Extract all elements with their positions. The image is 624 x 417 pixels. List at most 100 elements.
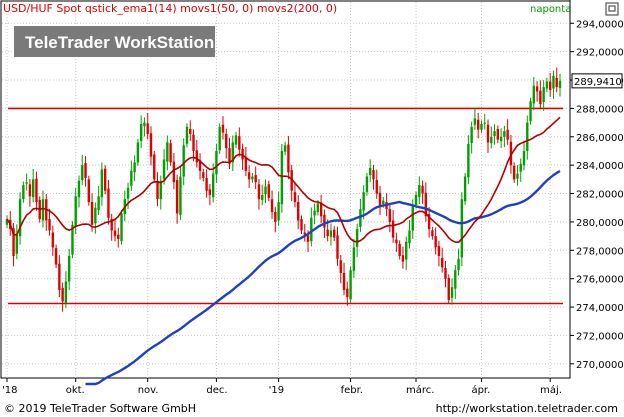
candle-body xyxy=(506,129,509,140)
candle-body xyxy=(267,184,270,198)
candle-body xyxy=(202,172,205,178)
candle-body xyxy=(84,163,87,178)
candle-body xyxy=(473,118,477,125)
candle-body xyxy=(365,176,369,193)
candle-body xyxy=(74,196,77,227)
candle-body xyxy=(418,185,421,198)
candle-body xyxy=(77,180,81,198)
candle-body xyxy=(414,194,418,205)
candle-body xyxy=(182,145,185,177)
candle-body xyxy=(441,258,444,268)
candle-body xyxy=(431,230,434,237)
candle-body xyxy=(421,185,424,194)
candle-body xyxy=(156,180,159,200)
candle-body xyxy=(149,133,153,157)
candle-body xyxy=(490,136,493,144)
candle-body xyxy=(555,77,558,88)
candle-body xyxy=(493,131,496,137)
x-tick-label: nov. xyxy=(138,385,159,396)
candle-body xyxy=(306,235,310,242)
candle-body xyxy=(22,185,25,200)
candle-body xyxy=(467,143,470,178)
period-label: naponta xyxy=(530,4,571,15)
candle-body xyxy=(339,260,342,274)
candle-body xyxy=(41,199,45,221)
y-tick-label: 286,0000 xyxy=(576,133,624,144)
candle-body xyxy=(185,126,189,144)
candle-body xyxy=(398,243,401,256)
x-tick-label: '19 xyxy=(269,385,284,396)
candle-body xyxy=(460,199,464,258)
candle-body xyxy=(58,263,61,291)
candle-body xyxy=(133,162,136,173)
candle-body xyxy=(532,85,536,104)
candle-body xyxy=(316,203,320,212)
maximize-icon[interactable] xyxy=(605,2,619,16)
candle-body xyxy=(143,122,146,127)
candle-body xyxy=(100,169,104,198)
candle-body xyxy=(545,81,549,89)
y-tick-label: 278,0000 xyxy=(576,246,624,257)
candle-body xyxy=(522,150,526,166)
y-tick-label: 294,0000 xyxy=(576,19,624,30)
candle-body xyxy=(405,241,408,260)
candle-body xyxy=(454,270,457,289)
candle-body xyxy=(113,230,117,237)
candle-body xyxy=(87,179,91,203)
plot-frame xyxy=(0,0,571,379)
candle-body xyxy=(166,142,169,162)
candle-body xyxy=(355,229,359,247)
candle-body xyxy=(287,144,290,173)
candle-body xyxy=(375,180,378,194)
candle-body xyxy=(444,268,447,279)
candle-body xyxy=(529,101,532,122)
watermark-text: TeleTrader WorkStation xyxy=(25,33,214,52)
candle-body xyxy=(342,273,346,291)
candle-body xyxy=(496,128,500,140)
candle-body xyxy=(25,182,28,184)
candle-body xyxy=(172,161,176,183)
candle-body xyxy=(31,179,35,198)
candle-body xyxy=(264,186,267,195)
candle-body xyxy=(247,172,251,180)
candle-body xyxy=(130,170,133,186)
candle-body xyxy=(159,180,162,200)
copyright-text: © 2019 TeleTrader Software GmbH xyxy=(4,402,197,415)
candle-body xyxy=(251,176,254,180)
candle-body xyxy=(539,90,542,105)
candle-body xyxy=(136,142,140,163)
candle-body xyxy=(189,128,192,134)
candle-body xyxy=(107,188,110,218)
candle-body xyxy=(211,173,215,198)
x-tick-label: dec. xyxy=(206,385,227,396)
candle-body xyxy=(447,277,450,300)
candle-body xyxy=(516,173,519,179)
candle-body xyxy=(54,248,58,265)
candle-body xyxy=(463,176,467,202)
candle-body xyxy=(313,210,316,216)
candle-body xyxy=(346,288,349,298)
candle-body xyxy=(179,176,182,215)
candle-body xyxy=(15,234,19,254)
candle-body xyxy=(35,178,38,203)
candle-body xyxy=(548,81,552,90)
candle-body xyxy=(274,211,277,222)
x-tick-label: febr. xyxy=(341,385,363,396)
candle-body xyxy=(352,247,356,271)
candle-body xyxy=(300,219,303,231)
candle-body xyxy=(323,214,326,228)
candle-body xyxy=(542,87,545,103)
candle-body xyxy=(401,255,405,262)
candle-body xyxy=(408,230,411,244)
candle-body xyxy=(162,159,166,180)
candle-body xyxy=(535,86,539,92)
candle-body xyxy=(476,119,480,130)
x-tick-label: okt. xyxy=(66,385,85,396)
candle-body xyxy=(329,230,333,237)
x-tick-label: '18 xyxy=(2,385,17,396)
footer-url-link[interactable]: http://workstation.teletrader.com xyxy=(436,402,618,415)
candle-body xyxy=(67,255,71,282)
candle-body xyxy=(336,235,339,259)
candle-body xyxy=(395,239,398,244)
candle-body xyxy=(369,168,372,176)
